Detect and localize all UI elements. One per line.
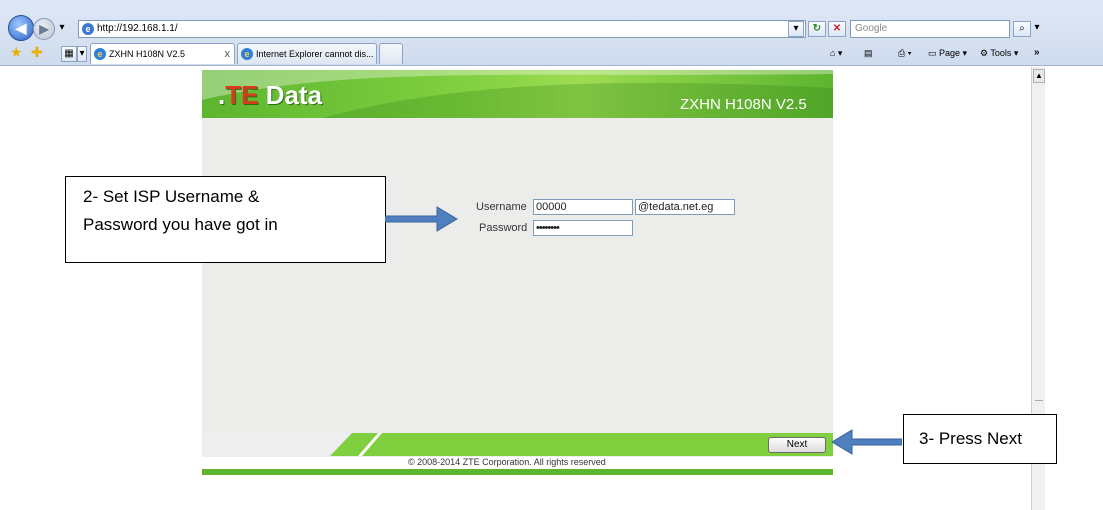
- scroll-grip: [1035, 400, 1043, 401]
- address-url: http://192.168.1.1/: [97, 23, 178, 34]
- chevron-more-icon[interactable]: »: [1034, 45, 1040, 61]
- print-icon[interactable]: ⎙ ▾: [898, 45, 911, 61]
- callout-step3-text: 3- Press Next: [919, 429, 1022, 448]
- te-data-logo: .TE Data: [218, 80, 322, 111]
- back-button[interactable]: ◀: [8, 15, 34, 41]
- close-tab-icon[interactable]: x: [225, 44, 231, 64]
- add-favorites-icon[interactable]: ✚: [31, 44, 43, 61]
- tab-list-icon[interactable]: ▾: [77, 46, 87, 62]
- favorites-star-icon[interactable]: ★: [10, 44, 23, 61]
- arrow-left-icon: [831, 429, 902, 455]
- search-placeholder: Google: [855, 23, 888, 34]
- page-menu-label: Page: [939, 48, 961, 58]
- tools-menu[interactable]: ⚙ Tools ▾: [980, 45, 1018, 61]
- page-menu[interactable]: ▭ Page ▾: [928, 45, 967, 61]
- stop-icon[interactable]: ✕: [828, 21, 846, 37]
- tools-menu-label: Tools: [990, 48, 1012, 58]
- refresh-icon[interactable]: ↻: [808, 21, 826, 37]
- search-input[interactable]: Google: [850, 20, 1010, 38]
- tab-ie-error[interactable]: e Internet Explorer cannot dis...: [237, 43, 377, 64]
- footer-green-line: [202, 469, 833, 475]
- ie-icon: e: [94, 48, 106, 60]
- tab-label: ZXHN H108N V2.5: [109, 49, 186, 59]
- scroll-up-icon[interactable]: ▲: [1033, 69, 1045, 83]
- username-label: Username: [476, 201, 527, 213]
- logo-data: Data: [258, 80, 323, 110]
- logo-te: TE: [225, 80, 259, 110]
- search-icon[interactable]: ⌕: [1013, 21, 1031, 37]
- history-dropdown-icon[interactable]: ▾: [57, 21, 67, 37]
- callout-step2-line2: Password you have got in: [83, 215, 278, 234]
- username-input[interactable]: 00000: [533, 199, 633, 215]
- tab-label: Internet Explorer cannot dis...: [256, 49, 374, 59]
- callout-step2-line1: 2- Set ISP Username &: [83, 187, 260, 206]
- browser-toolbar: ◀ ▶ ▾ e http://192.168.1.1/ ▾ ↻ ✕ Google…: [0, 0, 1103, 66]
- password-label: Password: [479, 222, 528, 234]
- address-bar[interactable]: e http://192.168.1.1/: [78, 20, 806, 38]
- callout-step2: 2- Set ISP Username & Password you have …: [65, 176, 386, 263]
- tab-router[interactable]: e ZXHN H108N V2.5 x: [90, 43, 235, 64]
- footer-green-band: [330, 433, 833, 456]
- domain-field: @tedata.net.eg: [635, 199, 735, 215]
- new-tab-button[interactable]: [379, 43, 403, 64]
- router-model: ZXHN H108N V2.5: [680, 96, 807, 113]
- address-dropdown-icon[interactable]: ▾: [788, 21, 804, 37]
- search-options-icon[interactable]: ▾: [1032, 21, 1042, 37]
- page-icon: e: [82, 23, 94, 35]
- home-icon[interactable]: ⌂ ▾: [830, 45, 842, 61]
- next-button[interactable]: Next: [768, 437, 826, 453]
- callout-step3: 3- Press Next: [903, 414, 1057, 464]
- feeds-icon[interactable]: ▤: [864, 45, 873, 61]
- ie-icon: e: [241, 48, 253, 60]
- copyright-text: © 2008-2014 ZTE Corporation. All rights …: [408, 457, 606, 467]
- setup-content: [202, 118, 833, 433]
- quick-tabs-icon[interactable]: ▦: [61, 46, 77, 62]
- forward-button[interactable]: ▶: [33, 18, 55, 40]
- arrow-right-icon: [385, 206, 458, 232]
- password-input[interactable]: ••••••••: [533, 220, 633, 236]
